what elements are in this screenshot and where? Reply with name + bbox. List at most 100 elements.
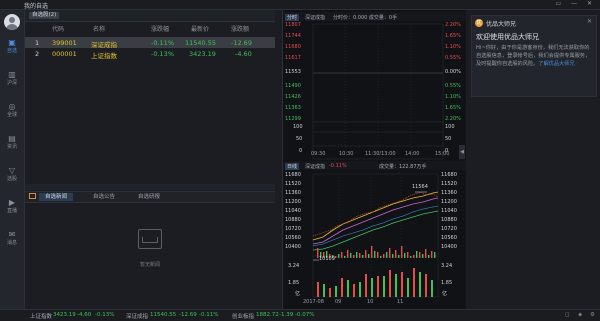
daily-vol-tick: 1.85 — [441, 280, 453, 286]
intraday-time-tick: 11:30/13:00 — [365, 151, 396, 157]
row-index: 2 — [35, 50, 40, 58]
daily-pct: -0.11% — [329, 162, 347, 169]
col-code[interactable]: 代码 — [52, 24, 64, 33]
daily-low-label: 10109 — [319, 256, 335, 262]
row-chg: -12.69 — [231, 39, 252, 47]
intraday-y-tick: 11807 — [285, 22, 301, 28]
status-name[interactable]: 创业板指 — [232, 312, 254, 320]
chat-icon[interactable]: ◻ — [565, 312, 570, 318]
speaker-icon[interactable]: ◈ — [578, 312, 582, 318]
daily-vol-unit: 亿 — [442, 291, 448, 297]
intraday-vol-tick: 0 — [299, 148, 303, 154]
sidebar-item-screener[interactable]: ▽ 选股 — [0, 166, 24, 188]
tab-announcements[interactable]: 自选公告 — [87, 193, 121, 201]
daily-date-tick: 2017-08 — [303, 299, 324, 305]
intraday-pct-tick: 0.55% — [445, 83, 461, 89]
status-pct: -0.11% — [199, 312, 219, 318]
daily-y-tick: 11200 — [285, 199, 301, 205]
daily-y-tick: 10560 — [285, 235, 301, 241]
chart-icon: ▥ — [8, 70, 16, 79]
daily-y-tick: 11680 — [285, 172, 301, 178]
sidebar-item-global[interactable]: ◎ 全球 — [0, 102, 24, 124]
daily-y-tick: 11360 — [285, 190, 301, 196]
daily-chart[interactable] — [283, 172, 466, 310]
intraday-y-tick: 11426 — [285, 94, 301, 100]
news-panel-icon — [29, 193, 36, 199]
sidebar-item-live[interactable]: ▶ 直播 — [0, 198, 24, 220]
col-name[interactable]: 名称 — [93, 24, 105, 33]
intraday-header: 分时 深证成指 分时价：0.000 成交量：0手 — [283, 12, 466, 21]
assistant-name: 优品大师兄 — [486, 21, 517, 28]
intraday-tab[interactable]: 分时 — [285, 13, 300, 21]
daily-vol-tick: 3.24 — [441, 263, 453, 269]
daily-date-tick: 09 — [335, 299, 342, 305]
status-name[interactable]: 深证成指 — [126, 312, 148, 320]
news-icon: ▤ — [8, 134, 16, 143]
intraday-y-tick: 11490 — [285, 83, 301, 89]
intraday-time-tick: 10:30 — [339, 151, 354, 157]
watchlist-header: 代码 名称 涨跌幅 最新价 涨跌额 — [25, 22, 275, 34]
sidebar-item-messages[interactable]: ✉ 消息 — [0, 230, 24, 252]
row-price: 3423.19 — [189, 50, 216, 58]
status-bar: 上证指数 3423.19 -4.60 -0.13% 深证成指 11540.55 … — [0, 309, 600, 321]
tab-news[interactable]: 自选新闻 — [39, 193, 74, 201]
daily-date-tick: 10 — [367, 299, 374, 305]
sidebar-item-label: 消息 — [6, 240, 17, 246]
col-pct[interactable]: 涨跌幅 — [151, 24, 169, 33]
avatar[interactable] — [4, 14, 20, 30]
pane-splitter[interactable] — [25, 184, 275, 190]
intraday-y-tick: 11744 — [285, 33, 301, 39]
intraday-time-tick: 15:00 — [435, 151, 450, 157]
intraday-pct-tick: 0.55% — [445, 55, 461, 61]
watchlist-group-bar: 自选股(2) — [25, 10, 275, 22]
watchlist-group-tab[interactable]: 自选股(2) — [29, 12, 60, 19]
assistant-card: 优 优品大师兄 ✕ 欢迎使用优品大师兄 Hi~你好，由于你是游客身份，我们无法获… — [471, 15, 597, 97]
collapse-panel-button[interactable]: ◀ — [459, 145, 465, 159]
intraday-chart[interactable] — [283, 22, 466, 164]
learn-more-link[interactable]: 了解优品大师兄 — [538, 61, 574, 67]
daily-header: 日线 深证成指 -0.11% 成交量：122.87万手 — [283, 161, 466, 170]
intraday-pct-tick: 1.65% — [445, 33, 461, 39]
daily-tab[interactable]: 日线 — [285, 162, 300, 170]
sidebar-item-news[interactable]: ▤ 资讯 — [0, 134, 24, 156]
daily-y-tick: 11040 — [285, 208, 301, 214]
sidebar-item-market[interactable]: ▥ 沪深 — [0, 70, 24, 92]
sidebar-item-label: 资讯 — [6, 144, 17, 150]
window-controls[interactable]: ▭ — ✕ — [555, 0, 596, 7]
col-chg[interactable]: 涨跌额 — [231, 24, 249, 33]
daily-y-right-tick: 10880 — [441, 217, 457, 223]
row-code: 000001 — [52, 50, 77, 58]
status-pct: -0.13% — [95, 312, 115, 318]
intraday-pct-tick: 1.65% — [445, 105, 461, 111]
daily-y-right-tick: 11680 — [441, 172, 457, 178]
row-pct: -0.11% — [151, 39, 174, 47]
sidebar-item-label: 全球 — [6, 112, 17, 118]
status-pct: -0.07% — [295, 312, 315, 318]
message-icon: ✉ — [8, 230, 16, 239]
intraday-vol-tick: 50 — [445, 136, 452, 142]
tab-research[interactable]: 自选研报 — [132, 193, 166, 201]
daily-high-label: 11564 — [412, 184, 428, 190]
daily-y-tick: 10400 — [285, 244, 301, 250]
status-chg: -12.69 — [179, 312, 197, 318]
intraday-pct-tick: 1.10% — [445, 94, 461, 100]
table-row[interactable]: 1 399001 深证成指 -0.11% 11540.55 -12.69 — [25, 37, 275, 49]
close-icon[interactable]: ✕ — [587, 18, 592, 25]
daily-name: 深证成指 — [305, 163, 326, 170]
sidebar-item-watchlist[interactable]: ▣ 自选 — [0, 38, 24, 60]
sidebar-item-label: 沪深 — [6, 80, 17, 86]
status-price: 1882.72 — [256, 312, 279, 318]
intraday-vol-tick: 100 — [293, 124, 303, 130]
settings-icon[interactable]: ⚙ — [590, 312, 595, 318]
intraday-pct-tick: 2.20% — [445, 22, 461, 28]
daily-y-tick: 11520 — [285, 181, 301, 187]
daily-vol-tick: 1.85 — [288, 280, 300, 286]
col-price[interactable]: 最新价 — [191, 24, 209, 33]
daily-vol-unit: 亿 — [295, 291, 301, 297]
intraday-vol-tick: 100 — [445, 124, 455, 130]
status-name[interactable]: 上证指数 — [30, 312, 52, 320]
intraday-vol-tick: 50 — [296, 136, 303, 142]
intraday-y-tick: 11680 — [285, 44, 301, 50]
sidebar-item-label: 自选 — [6, 48, 17, 54]
table-row[interactable]: 2 000001 上证指数 -0.13% 3423.19 -4.60 — [25, 48, 275, 60]
